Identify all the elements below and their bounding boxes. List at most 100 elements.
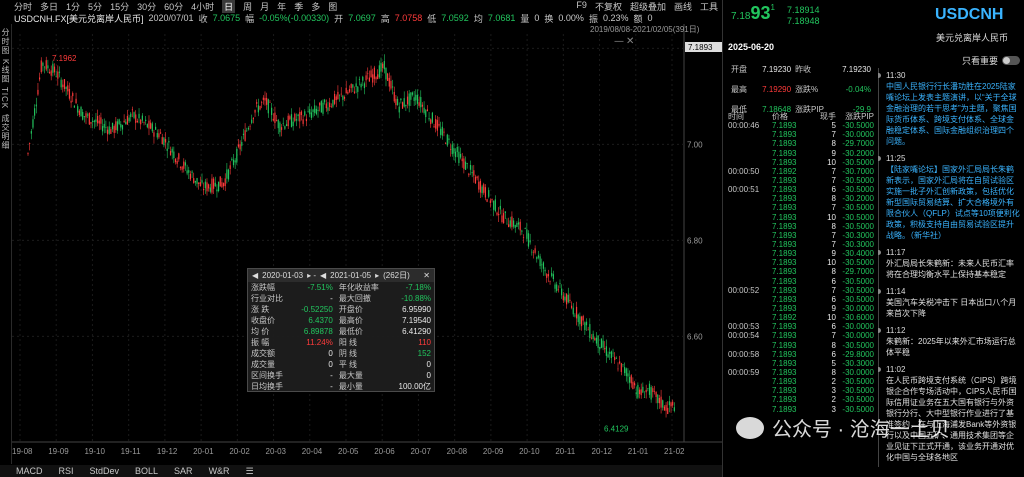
candle-body (158, 133, 160, 138)
candle-body (393, 91, 395, 102)
trade-row: 00:00:59 7.1893 8 -30.0000 (728, 368, 874, 377)
trade-cell: -30.4000 (842, 249, 874, 259)
candle-body (589, 324, 591, 338)
trade-cell: 7.1893 (772, 175, 797, 185)
news-item[interactable]: 11:14 美国汽车关税冲击下 日本出口八个月来首次下降 (878, 284, 1024, 323)
candle-body (295, 119, 298, 121)
candle-body (620, 363, 622, 372)
period-tab-8[interactable]: 日 (222, 0, 236, 13)
candle-body (343, 96, 346, 99)
candle-body (146, 124, 148, 128)
trade-cell: 10 (827, 157, 836, 167)
period-tab-11[interactable]: 年 (277, 0, 286, 13)
candle-body (242, 133, 245, 136)
candle-body (135, 114, 137, 123)
candle-body (532, 251, 535, 253)
candle-body (617, 368, 619, 370)
candle-body (199, 182, 201, 187)
ohlc-value: -0.04% (845, 84, 871, 94)
candle-body (221, 182, 223, 188)
candle-body (315, 108, 317, 115)
news-item[interactable]: 11:30 中国人民银行行长潘功胜在2025陆家嘴论坛上发表主题演讲，以“关于全球… (878, 68, 1024, 151)
toolbar-tool-0[interactable]: F9 (576, 0, 587, 13)
period-tab-12[interactable]: 季 (294, 0, 303, 13)
range-to[interactable]: 2021-01-05 (330, 271, 371, 280)
trade-row: 7.1893 7 -30.0000 (728, 130, 874, 139)
candle-body (123, 120, 125, 123)
y-tick-label: 7.00 (687, 140, 703, 149)
view-tab-0[interactable]: 分时图 (0, 28, 11, 55)
trade-cell: -30.7000 (842, 166, 874, 176)
candle-body (93, 120, 95, 123)
view-tab-1[interactable]: K线图 (0, 59, 11, 83)
range-from[interactable]: 2020-01-03 (262, 271, 303, 280)
candle-body (73, 105, 76, 108)
chevron-left-icon[interactable]: ◀ (320, 271, 326, 280)
indicator-tab-0[interactable]: MACD (16, 466, 43, 476)
trade-cell (728, 359, 772, 368)
indicator-tab-1[interactable]: RSI (59, 466, 74, 476)
candle-body (582, 315, 584, 321)
bid-price: 7.18948 (787, 16, 820, 26)
toolbar-tool-3[interactable]: 画线 (674, 0, 692, 13)
x-tick-label: 20-04 (302, 447, 323, 456)
candle-body (88, 112, 90, 125)
news-item[interactable]: 11:17 外汇局局长朱鹤新：未来人民币汇率将在合理均衡水平上保持基本稳定 (878, 245, 1024, 284)
candle-body (52, 63, 54, 73)
candle-body (163, 137, 165, 146)
candle-body (239, 144, 241, 150)
candle-body (196, 178, 198, 184)
indicator-tab-2[interactable]: StdDev (90, 466, 120, 476)
indicator-tab-6[interactable]: ☰ (246, 466, 254, 477)
trade-cell (728, 158, 772, 167)
stats-row: 日均换手 - 最小量 100.00亿 (248, 381, 434, 392)
candle-body (531, 251, 533, 253)
candlestick-chart[interactable]: 7.207.006.806.6019-0819-0919-1019-1119-1… (12, 24, 722, 464)
trade-cell: 7.1893 (772, 358, 797, 368)
trade-cell: -30.5000 (842, 340, 874, 350)
candle-body (68, 89, 71, 99)
app-root: 分时 多日 1分 5分 15分 30分 60分 4小时日周月年季多图 F9 不复权 超级叠加 画线 工具… (0, 0, 1024, 477)
info-close-label: 收 (198, 13, 208, 24)
candle-body (193, 178, 195, 184)
candle-body (383, 61, 385, 70)
minimize-icon[interactable]: — (614, 36, 624, 47)
trade-cell: 8 (831, 340, 836, 350)
news-item[interactable]: 11:25 【陆家嘴论坛】国家外汇局局长朱鹤新表示，国家外汇局将在自贸试验区实施一… (878, 151, 1024, 245)
candle-body (377, 74, 379, 80)
stats-label: 阴 线 (338, 349, 358, 358)
trade-ticks-list[interactable]: 时间 价格 现手 涨跌PIP 00:00:46 7.1893 5 -30.5000 7.1893… (728, 112, 874, 414)
indicator-tab-4[interactable]: SAR (174, 466, 193, 476)
toolbar-tool-1[interactable]: 不复权 (595, 0, 622, 13)
toolbar-tool-4[interactable]: 工具 (700, 0, 718, 13)
close-chart-icon[interactable]: ✕ (626, 36, 634, 47)
indicator-tab-3[interactable]: BOLL (135, 466, 158, 476)
info-amp: 0.23% (602, 13, 629, 23)
important-only-toggle[interactable] (1002, 55, 1020, 65)
period-tab-13[interactable]: 多 (311, 0, 320, 13)
indicator-tab-5[interactable]: W&R (209, 466, 230, 476)
candle-body (203, 188, 205, 191)
chevron-left-icon[interactable]: ◀ (252, 271, 258, 280)
ohlc-value: 7.19230 (842, 64, 871, 74)
news-item[interactable]: 11:12 朱鹤新：2025年以来外汇市场运行总体平稳 (878, 323, 1024, 362)
candle-body (660, 396, 662, 408)
period-tab-6[interactable]: 60分 (164, 0, 183, 13)
candle-body (541, 264, 543, 266)
view-tab-2[interactable]: TICK (0, 87, 9, 109)
stats-label: 区间换手 (251, 371, 283, 380)
candle-body (108, 126, 110, 134)
close-icon[interactable]: ✕ (423, 271, 430, 280)
chevron-right-icon[interactable]: ▸ - (307, 271, 316, 280)
candle-body (612, 352, 614, 354)
view-tab-3[interactable]: 成交明细 (0, 114, 11, 150)
period-tab-10[interactable]: 月 (260, 0, 269, 13)
info-low-label: 低 (427, 13, 437, 24)
candle-body (569, 299, 571, 302)
candle-body (294, 113, 296, 121)
chevron-right-icon[interactable]: ▸ (375, 271, 379, 280)
candle-body (256, 102, 258, 104)
candle-body (65, 86, 67, 90)
candle-body (297, 114, 299, 116)
candle-body (335, 96, 337, 101)
